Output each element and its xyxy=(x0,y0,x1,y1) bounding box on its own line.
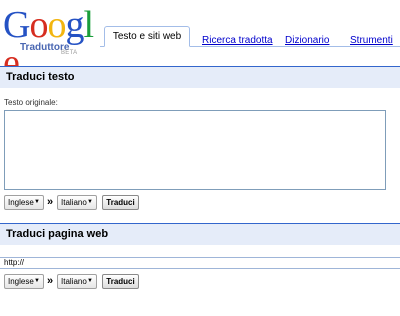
section-title-text: Traduci testo xyxy=(6,71,75,83)
logo-letter-o1: o xyxy=(29,4,48,46)
logo-letter-g: G xyxy=(3,4,30,46)
beta-badge: BETA xyxy=(61,50,78,56)
original-text-label: Testo originale: xyxy=(4,98,58,107)
source-language-select[interactable]: Inglese ▼ xyxy=(4,195,44,210)
web-target-language-value: Italiano xyxy=(61,277,87,286)
tab-dizionario[interactable]: Dizionario xyxy=(285,35,329,46)
header: Google Traduttore BETA Testo e siti web … xyxy=(0,0,400,82)
target-language-select[interactable]: Italiano ▼ xyxy=(57,195,97,210)
section-title-web: Traduci pagina web xyxy=(6,228,109,240)
chevron-down-icon: ▼ xyxy=(87,278,93,284)
source-language-value: Inglese xyxy=(8,198,34,207)
chevron-down-icon: ▼ xyxy=(34,278,40,284)
direction-arrows: » xyxy=(47,196,54,208)
web-source-language-select[interactable]: Inglese ▼ xyxy=(4,274,44,289)
logo-letter-o2: o xyxy=(47,4,66,46)
section-header-text: Traduci testo xyxy=(0,66,400,88)
chevron-down-icon: ▼ xyxy=(34,199,40,205)
logo-letter-g2: g xyxy=(65,4,84,46)
url-input[interactable]: http:// xyxy=(0,257,400,269)
web-direction-arrows: » xyxy=(47,275,54,287)
translate-text-button[interactable]: Traduci xyxy=(102,195,139,210)
section-header-web: Traduci pagina web xyxy=(0,223,400,245)
tab-strumenti[interactable]: Strumenti xyxy=(350,35,393,46)
web-source-language-value: Inglese xyxy=(8,277,34,286)
tab-testo-e-siti-web[interactable]: Testo e siti web xyxy=(104,26,190,47)
logo-letter-l: l xyxy=(83,4,94,46)
chevron-down-icon: ▼ xyxy=(87,199,93,205)
google-translate-logo[interactable]: Google Traduttore BETA xyxy=(3,4,101,82)
translate-web-button[interactable]: Traduci xyxy=(102,274,139,289)
tab-ricerca-tradotta[interactable]: Ricerca tradotta xyxy=(202,35,273,46)
target-language-value: Italiano xyxy=(61,198,87,207)
source-text-area[interactable] xyxy=(4,110,386,190)
web-target-language-select[interactable]: Italiano ▼ xyxy=(57,274,97,289)
